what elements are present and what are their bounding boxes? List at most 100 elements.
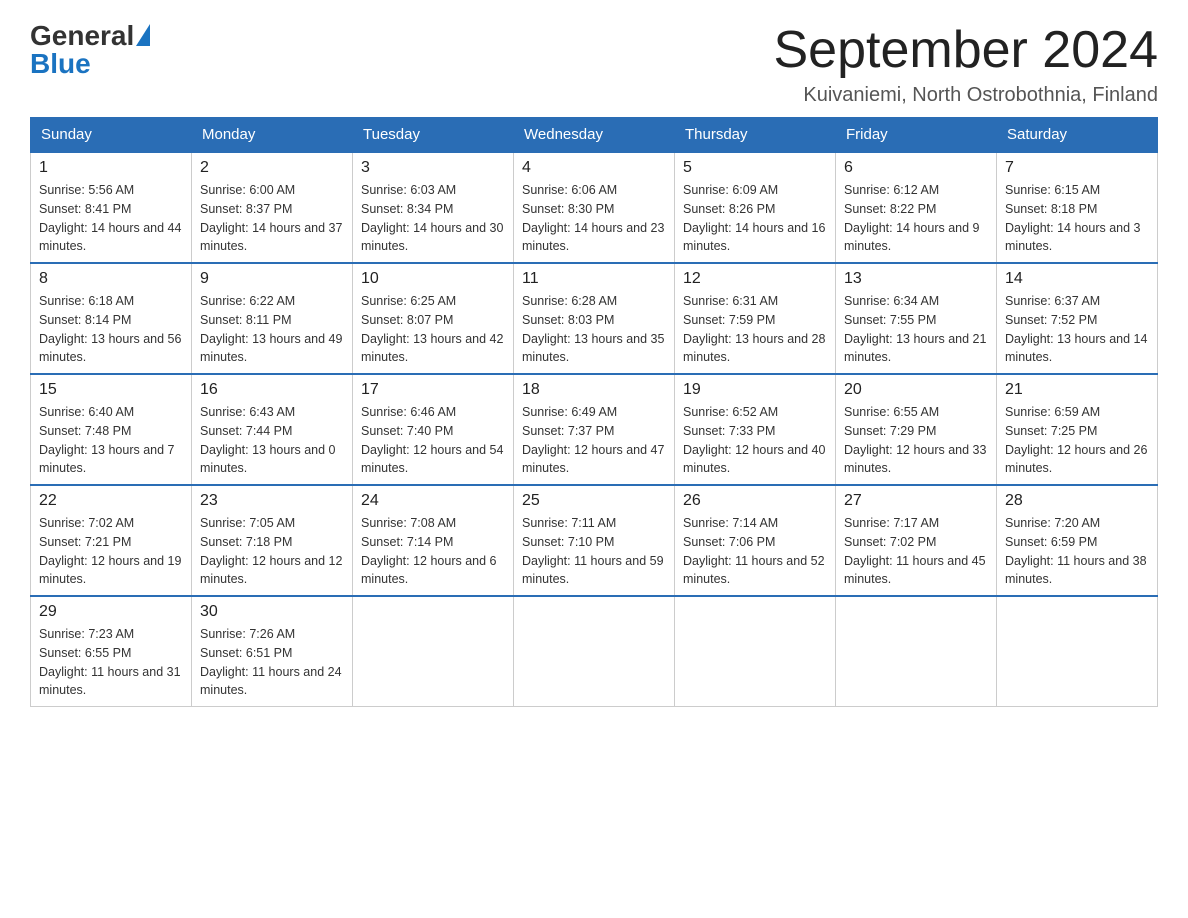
day-info: Sunrise: 7:11 AM Sunset: 7:10 PM Dayligh… [522,514,666,589]
day-number: 9 [200,270,344,288]
daylight-label: Daylight: 13 hours and 21 minutes. [844,332,986,365]
daylight-label: Daylight: 13 hours and 7 minutes. [39,443,175,476]
page-header: General Blue September 2024 Kuivaniemi, … [30,20,1158,107]
calendar-cell: 10 Sunrise: 6:25 AM Sunset: 8:07 PM Dayl… [353,263,514,374]
calendar-cell: 3 Sunrise: 6:03 AM Sunset: 8:34 PM Dayli… [353,152,514,263]
day-info: Sunrise: 6:43 AM Sunset: 7:44 PM Dayligh… [200,403,344,478]
calendar-cell [353,596,514,707]
day-info: Sunrise: 6:49 AM Sunset: 7:37 PM Dayligh… [522,403,666,478]
day-number: 22 [39,492,183,510]
day-info: Sunrise: 6:59 AM Sunset: 7:25 PM Dayligh… [1005,403,1149,478]
day-info: Sunrise: 6:00 AM Sunset: 8:37 PM Dayligh… [200,181,344,256]
day-number: 2 [200,159,344,177]
calendar-cell: 30 Sunrise: 7:26 AM Sunset: 6:51 PM Dayl… [192,596,353,707]
daylight-label: Daylight: 13 hours and 49 minutes. [200,332,342,365]
day-number: 14 [1005,270,1149,288]
sunrise-label: Sunrise: 6:00 AM [200,183,295,197]
day-info: Sunrise: 7:17 AM Sunset: 7:02 PM Dayligh… [844,514,988,589]
day-info: Sunrise: 6:18 AM Sunset: 8:14 PM Dayligh… [39,292,183,367]
day-number: 30 [200,603,344,621]
calendar-cell: 9 Sunrise: 6:22 AM Sunset: 8:11 PM Dayli… [192,263,353,374]
daylight-label: Daylight: 14 hours and 30 minutes. [361,221,503,254]
day-number: 21 [1005,381,1149,399]
sunset-label: Sunset: 7:55 PM [844,313,936,327]
sunrise-label: Sunrise: 7:23 AM [39,627,134,641]
daylight-label: Daylight: 14 hours and 9 minutes. [844,221,980,254]
calendar-cell: 18 Sunrise: 6:49 AM Sunset: 7:37 PM Dayl… [514,374,675,485]
sunrise-label: Sunrise: 7:11 AM [522,516,616,530]
day-number: 25 [522,492,666,510]
day-number: 11 [522,270,666,288]
day-info: Sunrise: 7:05 AM Sunset: 7:18 PM Dayligh… [200,514,344,589]
day-number: 20 [844,381,988,399]
weekday-header-saturday: Saturday [997,118,1158,153]
sunset-label: Sunset: 7:29 PM [844,424,936,438]
logo-blue: Blue [30,48,91,80]
day-info: Sunrise: 6:06 AM Sunset: 8:30 PM Dayligh… [522,181,666,256]
sunrise-label: Sunrise: 7:02 AM [39,516,134,530]
day-number: 27 [844,492,988,510]
calendar-table: SundayMondayTuesdayWednesdayThursdayFrid… [30,117,1158,707]
sunrise-label: Sunrise: 6:43 AM [200,405,295,419]
sunset-label: Sunset: 8:14 PM [39,313,131,327]
sunrise-label: Sunrise: 6:40 AM [39,405,134,419]
sunrise-label: Sunrise: 6:37 AM [1005,294,1100,308]
day-info: Sunrise: 6:46 AM Sunset: 7:40 PM Dayligh… [361,403,505,478]
sunrise-label: Sunrise: 6:22 AM [200,294,295,308]
sunset-label: Sunset: 8:37 PM [200,202,292,216]
day-number: 1 [39,159,183,177]
week-row-2: 8 Sunrise: 6:18 AM Sunset: 8:14 PM Dayli… [31,263,1158,374]
day-number: 8 [39,270,183,288]
daylight-label: Daylight: 11 hours and 31 minutes. [39,665,181,698]
calendar-cell [836,596,997,707]
daylight-label: Daylight: 11 hours and 45 minutes. [844,554,986,587]
day-info: Sunrise: 7:23 AM Sunset: 6:55 PM Dayligh… [39,625,183,700]
daylight-label: Daylight: 14 hours and 37 minutes. [200,221,342,254]
sunset-label: Sunset: 7:21 PM [39,535,131,549]
daylight-label: Daylight: 11 hours and 52 minutes. [683,554,825,587]
daylight-label: Daylight: 13 hours and 56 minutes. [39,332,181,365]
calendar-cell: 17 Sunrise: 6:46 AM Sunset: 7:40 PM Dayl… [353,374,514,485]
sunset-label: Sunset: 7:14 PM [361,535,453,549]
daylight-label: Daylight: 13 hours and 35 minutes. [522,332,664,365]
daylight-label: Daylight: 11 hours and 59 minutes. [522,554,664,587]
sunset-label: Sunset: 7:33 PM [683,424,775,438]
day-number: 4 [522,159,666,177]
day-number: 13 [844,270,988,288]
sunrise-label: Sunrise: 6:15 AM [1005,183,1100,197]
sunset-label: Sunset: 7:37 PM [522,424,614,438]
sunset-label: Sunset: 7:40 PM [361,424,453,438]
weekday-header-thursday: Thursday [675,118,836,153]
sunrise-label: Sunrise: 5:56 AM [39,183,134,197]
day-info: Sunrise: 6:12 AM Sunset: 8:22 PM Dayligh… [844,181,988,256]
calendar-cell: 4 Sunrise: 6:06 AM Sunset: 8:30 PM Dayli… [514,152,675,263]
sunset-label: Sunset: 8:30 PM [522,202,614,216]
day-info: Sunrise: 6:40 AM Sunset: 7:48 PM Dayligh… [39,403,183,478]
sunrise-label: Sunrise: 6:59 AM [1005,405,1100,419]
sunrise-label: Sunrise: 6:25 AM [361,294,456,308]
day-number: 18 [522,381,666,399]
calendar-cell [997,596,1158,707]
daylight-label: Daylight: 14 hours and 44 minutes. [39,221,181,254]
day-number: 7 [1005,159,1149,177]
day-info: Sunrise: 7:14 AM Sunset: 7:06 PM Dayligh… [683,514,827,589]
day-number: 29 [39,603,183,621]
day-info: Sunrise: 6:34 AM Sunset: 7:55 PM Dayligh… [844,292,988,367]
logo: General Blue [30,20,150,80]
month-title: September 2024 [774,20,1159,80]
sunset-label: Sunset: 7:44 PM [200,424,292,438]
logo-triangle-icon [136,24,150,46]
week-row-4: 22 Sunrise: 7:02 AM Sunset: 7:21 PM Dayl… [31,485,1158,596]
day-info: Sunrise: 6:22 AM Sunset: 8:11 PM Dayligh… [200,292,344,367]
day-number: 16 [200,381,344,399]
day-info: Sunrise: 7:08 AM Sunset: 7:14 PM Dayligh… [361,514,505,589]
weekday-header-wednesday: Wednesday [514,118,675,153]
sunrise-label: Sunrise: 6:34 AM [844,294,939,308]
weekday-header-sunday: Sunday [31,118,192,153]
day-info: Sunrise: 7:02 AM Sunset: 7:21 PM Dayligh… [39,514,183,589]
calendar-cell: 1 Sunrise: 5:56 AM Sunset: 8:41 PM Dayli… [31,152,192,263]
sunset-label: Sunset: 7:06 PM [683,535,775,549]
sunrise-label: Sunrise: 6:49 AM [522,405,617,419]
daylight-label: Daylight: 14 hours and 16 minutes. [683,221,825,254]
sunset-label: Sunset: 7:10 PM [522,535,614,549]
